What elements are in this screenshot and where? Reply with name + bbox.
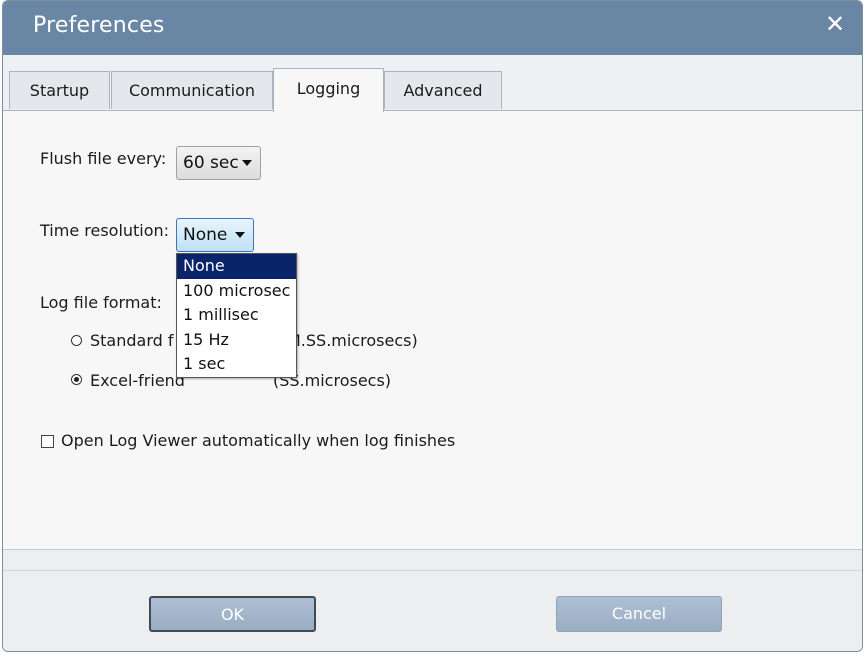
dialog-title: Preferences [33,13,165,38]
flush-label: Flush file every: [40,149,167,168]
tab-advanced[interactable]: Advanced [384,71,502,109]
tab-logging[interactable]: Logging [273,68,384,112]
time-resolution-dropdown: None 100 microsec 1 millisec 15 Hz 1 sec [176,253,297,378]
excel-format-radio[interactable] [71,374,82,385]
flush-interval-value: 60 sec [183,153,239,173]
dropdown-option-none[interactable]: None [177,254,296,279]
cancel-button[interactable]: Cancel [556,596,722,632]
preferences-dialog: Preferences ✕ Startup Communication Logg… [2,0,863,652]
footer-divider [3,570,862,571]
auto-open-label: Open Log Viewer automatically when log f… [61,431,456,450]
ok-button[interactable]: OK [149,596,316,632]
log-format-label: Log file format: [40,293,162,312]
dropdown-option-15-hz[interactable]: 15 Hz [177,328,296,353]
auto-open-checkbox[interactable] [41,435,54,448]
time-resolution-label: Time resolution: [40,221,170,240]
excel-format-label-left: Excel-friend [90,371,185,390]
dropdown-option-100-microsec[interactable]: 100 microsec [177,279,296,304]
dropdown-option-1-sec[interactable]: 1 sec [177,352,296,377]
chevron-down-icon [242,160,252,166]
time-resolution-value: None [183,225,228,245]
dropdown-option-1-millisec[interactable]: 1 millisec [177,303,296,328]
standard-format-label-left: Standard f [90,331,174,350]
standard-format-radio[interactable] [71,335,82,346]
tab-communication[interactable]: Communication [111,71,273,109]
logging-panel: Flush file every: 60 sec Time resolution… [3,111,862,549]
chevron-down-icon [235,232,245,238]
flush-interval-select[interactable]: 60 sec [176,146,261,180]
tab-startup[interactable]: Startup [9,71,110,109]
title-bar: Preferences ✕ [3,1,862,56]
dialog-footer: OK Cancel [3,549,862,651]
tab-strip: Startup Communication Logging Advanced [3,55,862,112]
standard-format-label-right: M.SS.microsecs) [287,331,418,350]
close-icon[interactable]: ✕ [822,11,848,37]
time-resolution-select[interactable]: None [176,218,254,252]
